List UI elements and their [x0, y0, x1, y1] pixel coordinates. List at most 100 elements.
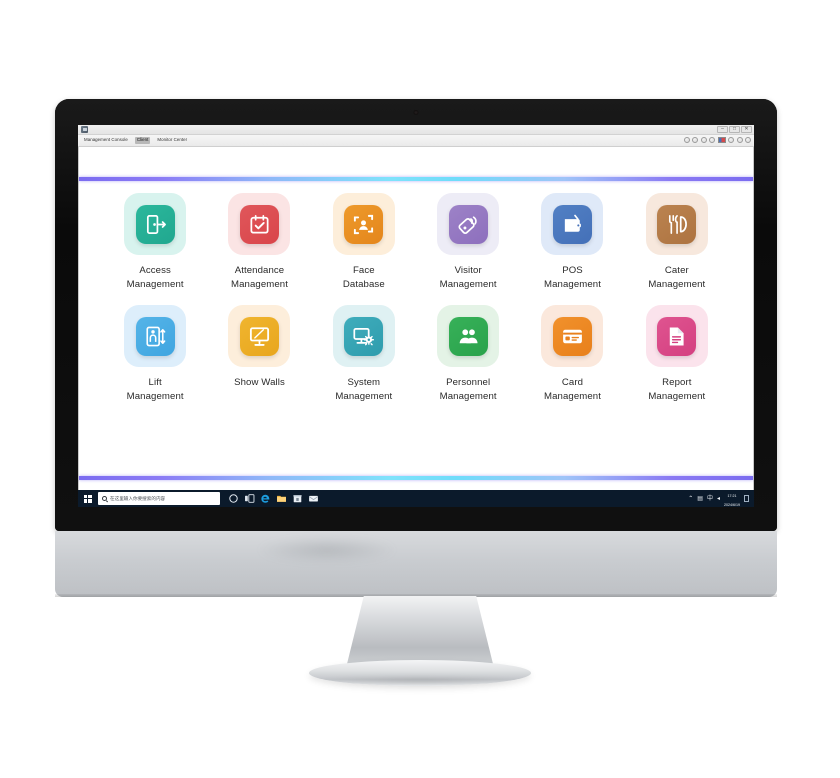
tile-label: Visitor Management: [439, 265, 497, 290]
module-tile-show-walls[interactable]: Show Walls: [207, 305, 311, 390]
wallet-icon: [552, 204, 592, 244]
home-icon[interactable]: [700, 137, 707, 143]
tile-background: [437, 193, 500, 255]
application-menubar: Management Console Client Monitor Center: [78, 135, 754, 147]
mail-icon[interactable]: [308, 493, 319, 504]
tile-label: Show Walls: [234, 377, 285, 388]
microsoft-store-icon[interactable]: [292, 493, 303, 504]
module-grid-row-1: Access Management Attendance Management Fa…: [103, 193, 729, 291]
menu-item-monitor-center[interactable]: Monitor Center: [155, 137, 189, 143]
elevator-icon: [135, 316, 175, 356]
file-explorer-icon[interactable]: [276, 493, 287, 504]
tile-label: Cater Management: [648, 265, 706, 290]
input-method-icon[interactable]: 中: [707, 496, 713, 502]
app-window-icon: [81, 126, 88, 133]
module-tile-access-management[interactable]: Access Management: [103, 193, 207, 291]
module-tile-visitor-management[interactable]: Visitor Management: [416, 193, 520, 291]
webcam-icon: [413, 110, 419, 115]
monitor-gear-icon: [344, 316, 384, 356]
tile-background: [332, 305, 395, 367]
cutlery-icon: [657, 204, 697, 244]
visitor-badge-icon: [448, 204, 488, 244]
network-icon[interactable]: ▤: [697, 496, 703, 502]
menu-item-management-console[interactable]: Management Console: [82, 137, 130, 143]
monitor-chin: [55, 531, 777, 597]
tile-label: Face Database: [342, 265, 385, 290]
id-card-icon: [552, 316, 592, 356]
module-tile-system-management[interactable]: System Management: [312, 305, 416, 403]
menu-item-client[interactable]: Client: [134, 137, 151, 144]
display-screen-icon: [239, 316, 279, 356]
module-tile-cater-management[interactable]: Cater Management: [625, 193, 729, 291]
search-icon: [102, 496, 107, 501]
module-tile-personnel-management[interactable]: Personnel Management: [416, 305, 520, 403]
monitor-stand-neck: [346, 596, 494, 668]
tile-background: [645, 305, 708, 367]
stand-shadow: [320, 676, 520, 686]
document-report-icon: [657, 316, 697, 356]
clock[interactable]: 17:21 2024/6/19: [724, 490, 740, 507]
tile-label: Report Management: [648, 377, 706, 402]
tile-label: Personnel Management: [439, 377, 497, 402]
taskbar-search-input[interactable]: 在这里输入你要搜索的内容: [98, 492, 220, 505]
module-tile-face-database[interactable]: Face Database: [312, 193, 416, 291]
tile-background: [228, 305, 291, 367]
tile-label: Attendance Management: [230, 265, 288, 290]
power-icon[interactable]: [728, 137, 734, 143]
windows-logo-icon: [83, 494, 92, 503]
tile-background: [124, 193, 187, 255]
tile-background: [541, 193, 604, 255]
module-tile-card-management[interactable]: Card Management: [520, 305, 624, 403]
tile-label: Access Management: [126, 265, 184, 290]
shield-icon[interactable]: [709, 137, 715, 143]
start-button[interactable]: [80, 491, 95, 506]
door-access-icon: [135, 204, 175, 244]
tile-label: System Management: [335, 377, 393, 402]
window-controls[interactable]: – □ ✕: [717, 126, 752, 133]
system-tray: ⌃ ▤ 中 ◂ 17:21 2024/6/19: [688, 490, 752, 507]
people-group-icon: [448, 316, 488, 356]
minimize-button[interactable]: –: [717, 126, 728, 133]
module-tile-lift-management[interactable]: Lift Management: [103, 305, 207, 403]
edge-browser-icon[interactable]: [260, 493, 271, 504]
tile-label: POS Management: [543, 265, 601, 290]
tile-background: [332, 193, 395, 255]
tile-background: [124, 305, 187, 367]
module-tile-pos-management[interactable]: POS Management: [520, 193, 624, 291]
volume-icon[interactable]: ◂: [717, 496, 720, 502]
maximize-button[interactable]: □: [729, 126, 740, 133]
windows-taskbar: 在这里输入你要搜索的内容 ⌃ ▤ 中 ◂ 17:21 2024/6/19: [78, 490, 754, 507]
tile-background: [228, 193, 291, 255]
clock-time: 17:21: [727, 494, 737, 499]
module-tile-report-management[interactable]: Report Management: [625, 305, 729, 403]
window-titlebar: – □ ✕: [78, 125, 754, 135]
tile-background: [437, 305, 500, 367]
module-grid-row-2: Lift Management Show Walls System Manageme…: [103, 305, 729, 403]
screen-content: – □ ✕ Management Console Client Monitor …: [78, 125, 754, 507]
clock-date: 2024/6/19: [724, 502, 740, 507]
tray-overflow-icon[interactable]: ⌃: [688, 496, 693, 502]
flag-icon[interactable]: [717, 137, 726, 143]
tile-label: Lift Management: [126, 377, 184, 402]
refresh-icon[interactable]: [692, 137, 698, 143]
taskbar-pinned-icons: [228, 493, 319, 504]
task-view-icon[interactable]: [244, 493, 255, 504]
imac-monitor-scene: – □ ✕ Management Console Client Monitor …: [0, 0, 840, 778]
tile-background: [541, 305, 604, 367]
bottom-spacer: [79, 480, 753, 490]
tile-label: Card Management: [543, 377, 601, 402]
globe-icon[interactable]: [683, 137, 690, 143]
settings-icon[interactable]: [745, 137, 751, 143]
search-placeholder: 在这里输入你要搜索的内容: [110, 495, 166, 501]
top-spacer: [79, 147, 753, 177]
cortana-icon[interactable]: [228, 493, 239, 504]
calendar-check-icon: [239, 204, 279, 244]
help-icon[interactable]: [736, 137, 743, 143]
menubar-toolbar-icons: [683, 137, 751, 143]
close-button[interactable]: ✕: [741, 126, 752, 133]
chin-gloss: [257, 537, 398, 563]
face-scan-icon: [344, 204, 384, 244]
module-grid: Access Management Attendance Management Fa…: [79, 181, 753, 476]
module-tile-attendance-management[interactable]: Attendance Management: [207, 193, 311, 291]
show-desktop-button[interactable]: [744, 495, 749, 502]
